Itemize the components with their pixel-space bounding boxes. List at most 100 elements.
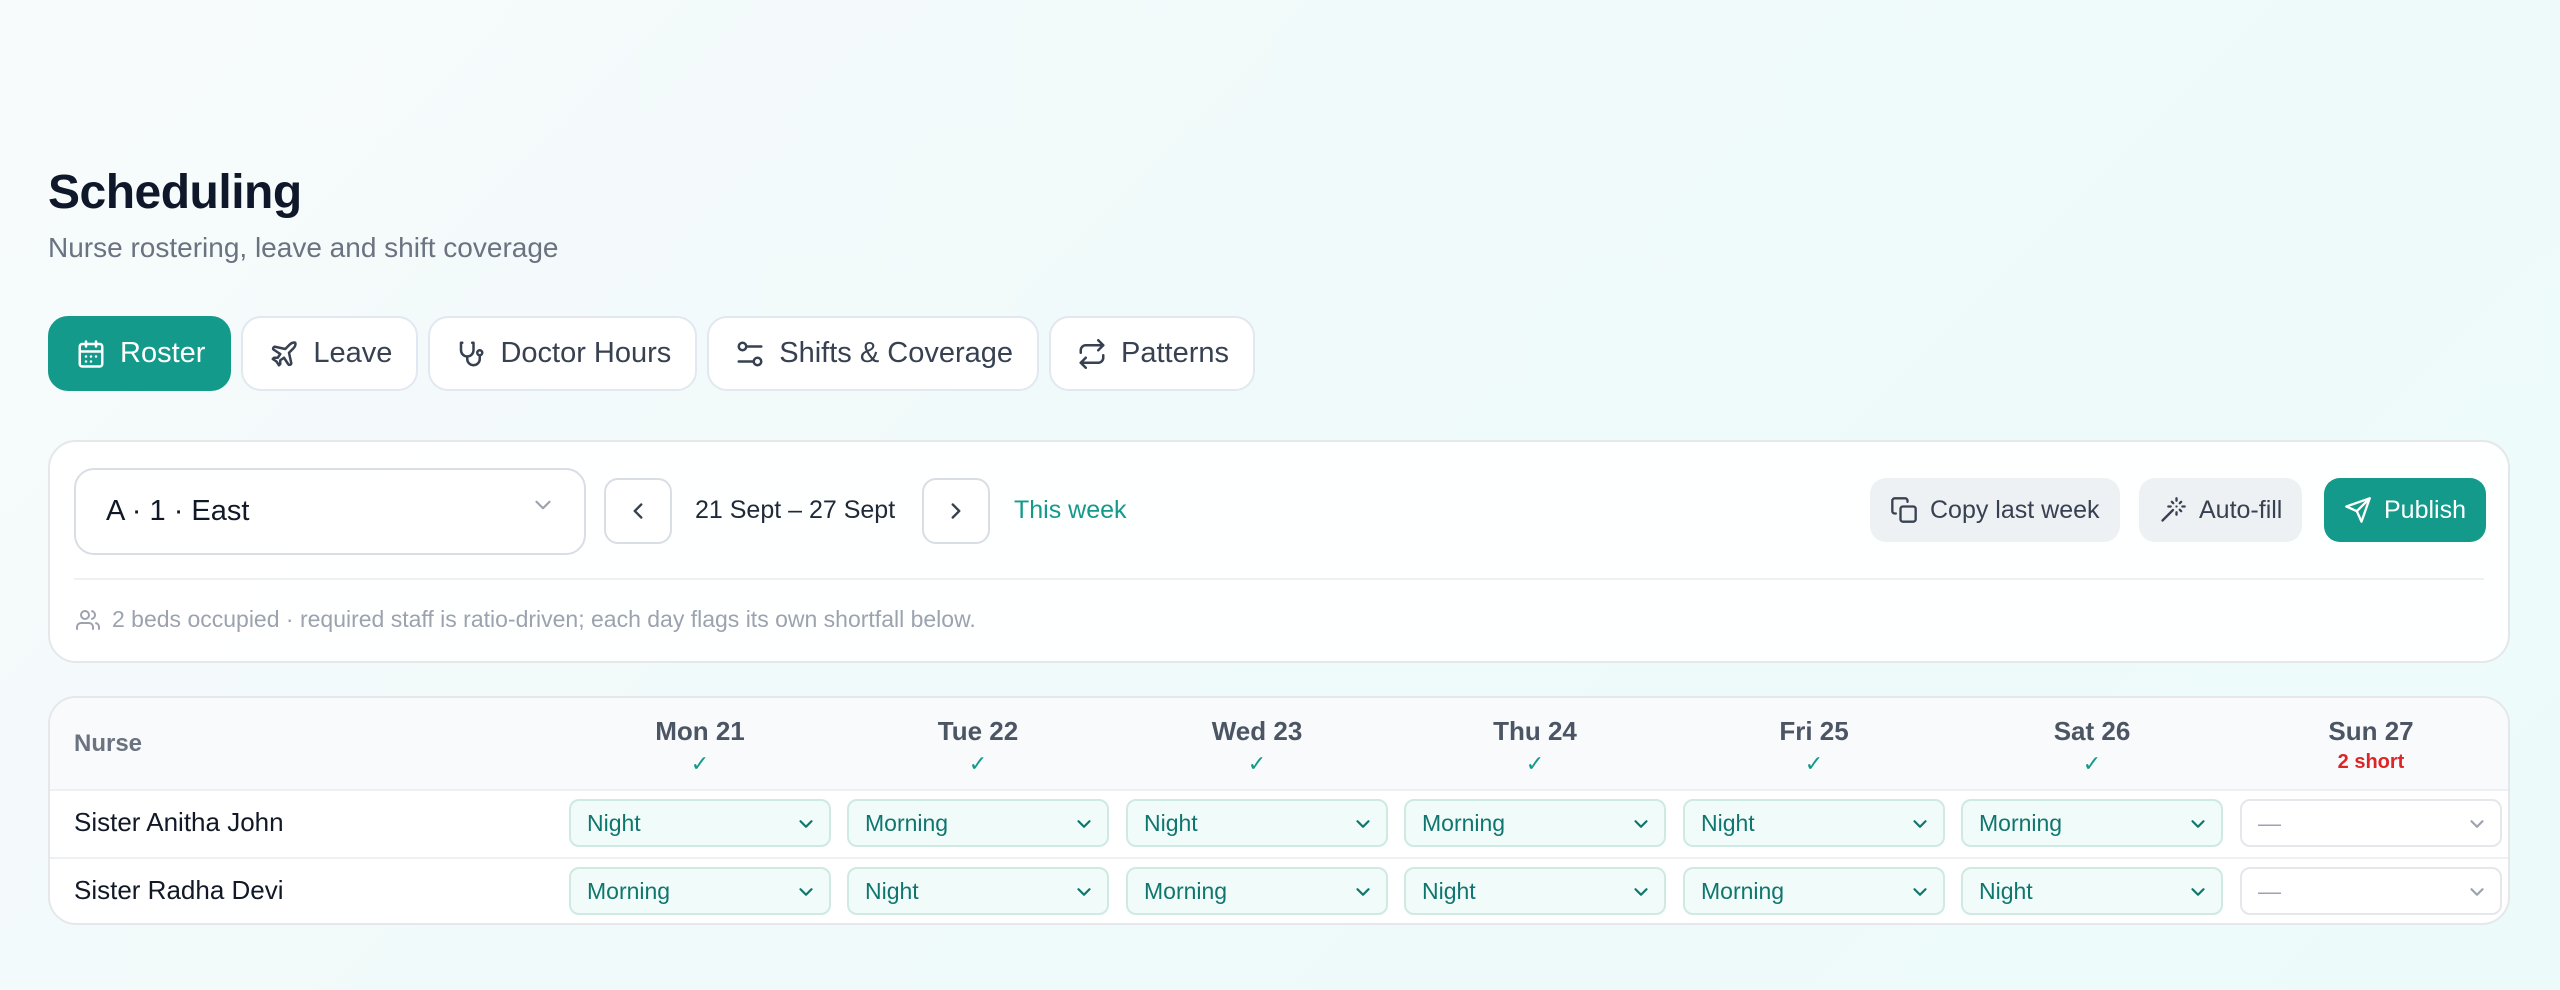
roster-grid-header: Nurse Mon 21 ✓ Tue 22 ✓ Wed 23 ✓ Thu 24 … (50, 698, 2508, 791)
shift-value: Night (1144, 809, 1198, 836)
shift-value: — (2258, 809, 2281, 836)
tab-patterns[interactable]: Patterns (1049, 316, 1255, 391)
copy-last-week-label: Copy last week (1930, 495, 2100, 524)
plane-icon (271, 340, 298, 366)
shift-select[interactable]: — (2240, 799, 2502, 847)
shift-select[interactable]: Morning (1961, 799, 2223, 847)
day-header-thu: Thu 24 ✓ (1404, 716, 1666, 776)
nurse-name: Sister Anitha John (74, 807, 284, 837)
day-status-ok: ✓ (1247, 751, 1267, 776)
chevron-down-icon (1913, 888, 1927, 896)
shift-value: Morning (1701, 877, 1785, 904)
day-header-mon: Mon 21 ✓ (569, 716, 831, 776)
chevron-down-icon (2470, 820, 2484, 828)
tab-label: Roster (120, 337, 206, 369)
repeat-icon (1079, 338, 1105, 369)
chevron-down-icon (1356, 820, 1370, 828)
shift-value: Morning (587, 877, 671, 904)
shift-value: Night (865, 877, 919, 904)
chevron-down-icon (2191, 888, 2205, 896)
shift-select[interactable]: Night (1683, 799, 1945, 847)
tab-shifts-coverage[interactable]: Shifts & Coverage (707, 316, 1039, 391)
magic-wand-icon (2161, 497, 2186, 522)
day-header-sat: Sat 26 ✓ (1961, 716, 2223, 776)
chevron-down-icon (2191, 820, 2205, 828)
sliders-icon (737, 341, 763, 366)
chevron-left-icon (633, 503, 643, 519)
shift-value: Morning (1144, 877, 1228, 904)
chevron-right-icon (951, 503, 961, 519)
staffing-note-text: 2 beds occupied · required staff is rati… (112, 606, 976, 632)
tab-label: Leave (313, 337, 393, 369)
day-label: Thu 24 (1493, 716, 1577, 746)
nurse-column-header: Nurse (74, 730, 143, 757)
day-header-wed: Wed 23 ✓ (1126, 716, 1388, 776)
staffing-note: 2 beds occupied · required staff is rati… (76, 606, 976, 633)
day-label: Sun 27 (2328, 716, 2414, 746)
shift-select[interactable]: Morning (569, 867, 831, 915)
shift-value: Night (1979, 877, 2033, 904)
page-title: Scheduling (48, 166, 302, 219)
shift-select[interactable]: Morning (847, 799, 1109, 847)
tab-leave[interactable]: Leave (241, 316, 419, 391)
roster-grid: Nurse Mon 21 ✓ Tue 22 ✓ Wed 23 ✓ Thu 24 … (48, 696, 2510, 925)
table-row: Sister Radha Devi Morning Night Morning … (50, 859, 2508, 923)
calendar-icon (78, 339, 104, 368)
this-week-link[interactable]: This week (1014, 496, 1127, 525)
next-week-button[interactable] (922, 478, 990, 544)
publish-label: Publish (2384, 495, 2466, 524)
shift-select[interactable]: Night (847, 867, 1109, 915)
auto-fill-button[interactable]: Auto-fill (2139, 478, 2303, 542)
shift-select[interactable]: — (2240, 867, 2502, 915)
ward-select-value: A · 1 · East (106, 495, 250, 527)
day-header-fri: Fri 25 ✓ (1683, 716, 1945, 776)
toolbar-divider (74, 578, 2484, 580)
day-status-ok: ✓ (968, 751, 988, 776)
chevron-down-icon (1077, 820, 1091, 828)
shift-value: Morning (1979, 809, 2063, 836)
chevron-down-icon (1913, 820, 1927, 828)
auto-fill-label: Auto-fill (2199, 495, 2283, 524)
tab-label: Doctor Hours (500, 337, 672, 369)
day-label: Sat 26 (2053, 716, 2131, 746)
shift-select[interactable]: Night (569, 799, 831, 847)
copy-last-week-button[interactable]: Copy last week (1870, 478, 2120, 542)
day-status-ok: ✓ (2082, 751, 2102, 776)
page-subtitle: Nurse rostering, leave and shift coverag… (48, 232, 559, 263)
tab-label: Shifts & Coverage (779, 337, 1013, 369)
tab-label: Patterns (1121, 337, 1229, 369)
day-header-tue: Tue 22 ✓ (847, 716, 1109, 776)
day-label: Tue 22 (937, 716, 1019, 746)
day-label: Mon 21 (655, 716, 745, 746)
chevron-down-icon (799, 888, 813, 896)
ward-select[interactable]: A · 1 · East (74, 468, 586, 555)
shift-select[interactable]: Morning (1126, 867, 1388, 915)
tab-roster[interactable]: Roster (48, 316, 232, 391)
stethoscope-icon (460, 341, 484, 366)
publish-button[interactable]: Publish (2324, 478, 2486, 542)
shift-value: Morning (1422, 809, 1506, 836)
users-icon (76, 609, 100, 630)
tab-bar: Roster Leave Doctor Hours Shifts & Cover… (48, 316, 1255, 391)
day-status-ok: ✓ (690, 751, 710, 776)
day-label: Wed 23 (1211, 716, 1303, 746)
shift-value: Night (1701, 809, 1755, 836)
shift-select[interactable]: Morning (1683, 867, 1945, 915)
shift-select[interactable]: Morning (1404, 799, 1666, 847)
day-status-ok: ✓ (1525, 751, 1545, 776)
shift-select[interactable]: Night (1404, 867, 1666, 915)
shift-value: Morning (865, 809, 949, 836)
day-label: Fri 25 (1779, 716, 1849, 746)
shift-select[interactable]: Night (1126, 799, 1388, 847)
chevron-down-icon (1356, 888, 1370, 896)
chevron-down-icon (2470, 888, 2484, 896)
chevron-down-icon (1077, 888, 1091, 896)
tab-doctor-hours[interactable]: Doctor Hours (428, 316, 698, 391)
copy-icon (1891, 497, 1917, 523)
chevron-down-icon (1634, 888, 1648, 896)
shift-select[interactable]: Night (1961, 867, 2223, 915)
previous-week-button[interactable] (604, 478, 672, 544)
send-icon (2345, 497, 2371, 523)
chevron-down-icon (1634, 820, 1648, 828)
shift-value: Night (1422, 877, 1476, 904)
